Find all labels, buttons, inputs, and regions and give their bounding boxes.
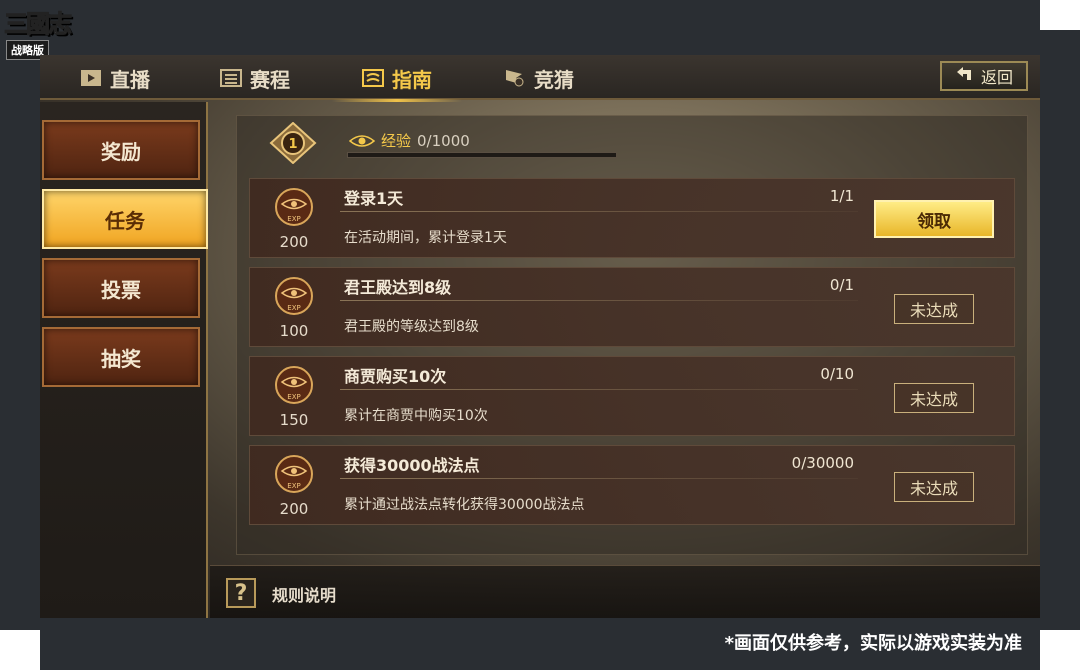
tab-live[interactable]: 直播 [80,63,150,93]
tab-betting-label: 竞猜 [534,67,574,92]
tab-schedule[interactable]: 赛程 [220,63,290,93]
tab-betting[interactable]: 竞猜 [504,63,574,93]
task-description: 累计在商贾中购买10次 [344,408,488,424]
tab-live-label: 直播 [110,67,150,92]
reward-amount: 200 [279,233,309,251]
task-title: 君王殿达到8级 [344,278,452,297]
rules-link[interactable]: 规则说明 [272,582,336,606]
exp-header: 1 经验 0/1000 [237,116,1027,168]
guide-book-icon [362,68,384,88]
task-progress: 0/30000 [791,454,854,472]
task-title: 商贾购买10次 [344,367,447,386]
game-logo: 三國志 战略版 [4,4,73,60]
sidebar-item-rewards[interactable]: 奖励 [42,120,200,180]
task-title: 获得30000战法点 [344,456,480,475]
task-progress: 0/10 [820,365,854,383]
reward-amount: 100 [279,322,309,340]
divider [340,300,858,301]
sidebar-item-tasks[interactable]: 任务 [42,189,208,249]
game-screen: 直播 赛程 指南 竞猜 返回 奖励 任务 投票 抽奖 1 经验 0/1000 E… [40,55,1040,618]
sidebar-item-vote[interactable]: 投票 [42,258,200,318]
sidebar-item-lottery[interactable]: 抽奖 [42,327,200,387]
tab-schedule-label: 赛程 [250,67,290,92]
exp-label: 经验 [381,132,412,150]
exp-reward-icon: EXP [275,188,313,226]
task-progress: 1/1 [829,187,854,205]
question-mark-icon[interactable]: ? [226,578,256,608]
svg-text:EXP: EXP [287,215,300,223]
task-description: 累计通过战法点转化获得30000战法点 [344,497,585,513]
back-button[interactable]: 返回 [940,61,1028,91]
level-number: 1 [288,137,297,152]
task-row: EXP 200 登录1天 1/1 在活动期间，累计登录1天 领取 [249,178,1015,258]
task-description: 君王殿的等级达到8级 [344,319,479,335]
tv-play-icon [80,68,102,88]
task-row: EXP 100 君王殿达到8级 0/1 君王殿的等级达到8级 未达成 [249,267,1015,347]
task-progress: 0/1 [829,276,854,294]
back-button-label: 返回 [980,68,1013,87]
tab-guide-label: 指南 [392,67,432,92]
divider [340,478,858,479]
level-medal-icon: 1 [269,122,317,164]
claim-button[interactable]: 领取 [874,200,994,238]
divider [340,389,858,390]
schedule-list-icon [220,68,242,88]
exp-reward-icon: EXP [275,277,313,315]
svg-text:EXP: EXP [287,304,300,312]
incomplete-status-badge: 未达成 [894,383,974,413]
exp-reward-icon: EXP [275,455,313,493]
top-nav-bar: 直播 赛程 指南 竞猜 返回 [40,55,1040,102]
logo-title: 三國志 [4,9,73,39]
exp-value: 0/1000 [417,131,470,150]
reward-amount: 200 [279,500,309,518]
incomplete-status-badge: 未达成 [894,472,974,502]
task-panel: 1 经验 0/1000 EXP 200 登录1天 1/1 在活动期间，累计登录1… [236,115,1028,555]
task-row: EXP 150 商贾购买10次 0/10 累计在商贾中购买10次 未达成 [249,356,1015,436]
sidebar: 奖励 任务 投票 抽奖 [40,102,208,618]
exp-eye-icon [349,134,375,147]
rules-bar: ? 规则说明 [210,565,1040,618]
exp-progress-bar [347,152,617,158]
svg-text:EXP: EXP [287,482,300,490]
task-title: 登录1天 [344,189,404,208]
exp-reward-icon: EXP [275,366,313,404]
disclaimer-text: *画面仅供参考，实际以游戏实装为准 [724,633,1022,654]
svg-text:EXP: EXP [287,393,300,401]
task-row: EXP 200 获得30000战法点 0/30000 累计通过战法点转化获得30… [249,445,1015,525]
flag-bet-icon [504,68,526,88]
return-arrow-icon [955,66,973,86]
task-description: 在活动期间，累计登录1天 [344,230,507,246]
incomplete-status-badge: 未达成 [894,294,974,324]
tab-guide[interactable]: 指南 [332,63,462,102]
reward-amount: 150 [279,411,309,429]
exp-label-group: 经验 0/1000 [349,130,470,151]
divider [340,211,858,212]
